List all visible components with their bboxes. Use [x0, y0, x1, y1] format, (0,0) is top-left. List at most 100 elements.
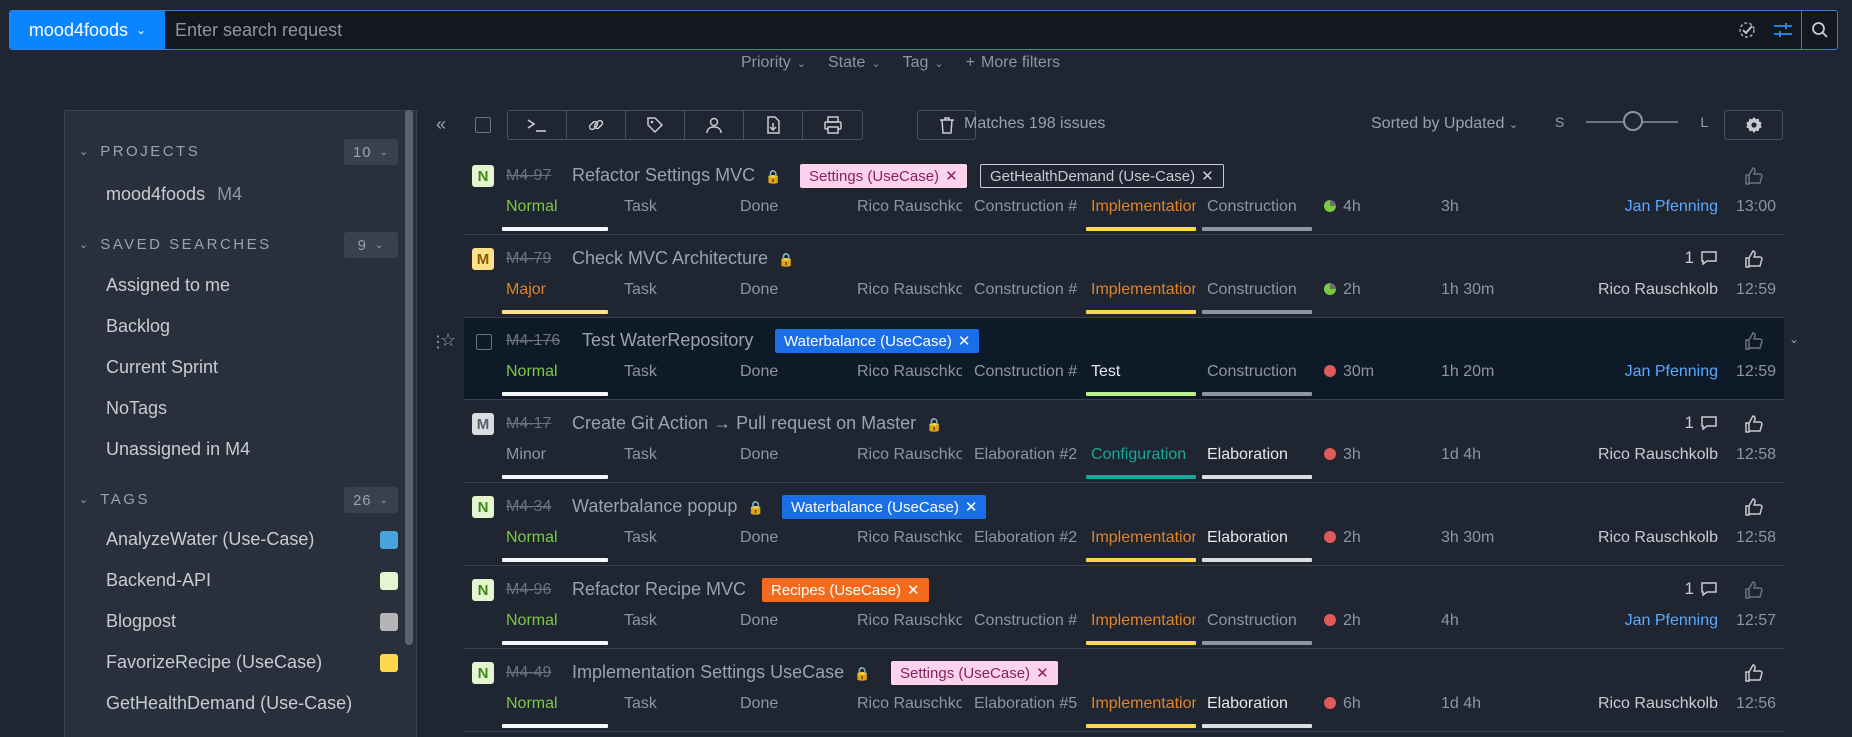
- issue-title[interactable]: Refactor Settings MVC 🔒: [572, 165, 781, 186]
- issue-row[interactable]: N M4-49 Implementation Settings UseCase 🔒…: [464, 650, 1784, 732]
- priority-filter[interactable]: Priority ⌄: [741, 54, 806, 72]
- select-all-checkbox[interactable]: [475, 117, 491, 133]
- close-icon[interactable]: ✕: [965, 498, 978, 516]
- issue-id[interactable]: M4-97: [506, 167, 551, 185]
- phase-field[interactable]: Construction: [1207, 198, 1317, 216]
- subsystem-field[interactable]: Implementation: [1091, 281, 1196, 299]
- priority-field[interactable]: Minor: [506, 446, 546, 464]
- search-input[interactable]: [165, 11, 1729, 49]
- type-field[interactable]: Task: [624, 529, 657, 547]
- sidebar-scrollbar[interactable]: [405, 110, 413, 645]
- assignee-icon[interactable]: [685, 111, 744, 139]
- type-field[interactable]: Task: [624, 198, 657, 216]
- assignee-field[interactable]: Rico Rauschkolb: [857, 612, 962, 630]
- type-field[interactable]: Task: [624, 363, 657, 381]
- updater-field[interactable]: Jan Pfenning: [1625, 612, 1718, 630]
- more-filters-button[interactable]: + More filters: [966, 54, 1060, 72]
- spent-field[interactable]: 1h 30m: [1441, 281, 1494, 299]
- chevron-down-icon[interactable]: ⌄: [1789, 332, 1799, 346]
- close-icon[interactable]: ✕: [907, 581, 920, 599]
- thumb-up-icon[interactable]: [1744, 331, 1764, 356]
- issue-row[interactable]: M4-176 Test WaterRepository Waterbalance…: [464, 318, 1784, 400]
- tag-item[interactable]: AnalyzeWater (Use-Case): [106, 529, 314, 550]
- thumb-up-icon[interactable]: [1744, 580, 1764, 605]
- issue-id[interactable]: M4-96: [506, 581, 551, 599]
- comments-count[interactable]: 1: [1685, 248, 1718, 268]
- tags-count[interactable]: 26 ⌄: [344, 487, 398, 513]
- phase-field[interactable]: Elaboration: [1207, 529, 1317, 547]
- tag-chip[interactable]: Settings (UseCase) ✕: [891, 661, 1058, 685]
- assignee-field[interactable]: Rico Rauschkolb: [857, 281, 962, 299]
- priority-field[interactable]: Normal: [506, 363, 558, 381]
- issue-id[interactable]: M4-79: [506, 250, 551, 268]
- slider-track[interactable]: [1586, 111, 1679, 131]
- saved-search-item[interactable]: Backlog: [106, 316, 170, 337]
- issue-row[interactable]: M M4-17 Create Git Action → Pull request…: [464, 401, 1784, 483]
- sprint-field[interactable]: Construction #: [974, 363, 1079, 381]
- assignee-field[interactable]: Rico Rauschkolb: [857, 446, 962, 464]
- priority-field[interactable]: Normal: [506, 695, 558, 713]
- saved-count[interactable]: 9 ⌄: [344, 232, 398, 258]
- sort-selector[interactable]: Sorted by Updated ⌄: [1371, 115, 1518, 133]
- close-icon[interactable]: ✕: [945, 167, 958, 185]
- sprint-field[interactable]: Elaboration #2: [974, 529, 1079, 547]
- project-selector[interactable]: mood4foods ⌄: [10, 11, 165, 49]
- issue-title[interactable]: Waterbalance popup 🔒: [572, 496, 764, 517]
- type-field[interactable]: Task: [624, 281, 657, 299]
- tag-item[interactable]: Blogpost: [106, 611, 176, 632]
- saved-search-item[interactable]: Unassigned in M4: [106, 439, 250, 460]
- subsystem-field[interactable]: Configuration: [1091, 446, 1196, 464]
- updater-field[interactable]: Rico Rauschkolb: [1598, 446, 1718, 464]
- thumb-up-icon[interactable]: [1744, 414, 1764, 439]
- saved-searches-header[interactable]: ⌄ SAVED SEARCHES: [79, 236, 272, 253]
- collapse-sidebar-icon[interactable]: «: [436, 114, 446, 135]
- sprint-field[interactable]: Elaboration #5: [974, 695, 1079, 713]
- thumb-up-icon[interactable]: [1744, 497, 1764, 522]
- subsystem-field[interactable]: Test: [1091, 363, 1196, 381]
- priority-field[interactable]: Normal: [506, 198, 558, 216]
- projects-section-header[interactable]: ⌄ PROJECTS: [79, 143, 200, 160]
- slider-handle[interactable]: [1623, 111, 1644, 131]
- phase-field[interactable]: Elaboration: [1207, 695, 1317, 713]
- issue-row[interactable]: M M4-79 Check MVC Architecture 🔒 Major Ta…: [464, 236, 1784, 318]
- subsystem-field[interactable]: Implementation: [1091, 198, 1196, 216]
- thumb-up-icon[interactable]: [1744, 663, 1764, 688]
- estimate-field[interactable]: 3h: [1324, 446, 1361, 464]
- state-field[interactable]: Done: [740, 529, 778, 547]
- issue-title[interactable]: Refactor Recipe MVC: [572, 579, 746, 600]
- tag-chip[interactable]: Recipes (UseCase) ✕: [762, 578, 929, 602]
- tag-icon[interactable]: [626, 111, 685, 139]
- assignee-field[interactable]: Rico Rauschkolb: [857, 198, 962, 216]
- priority-field[interactable]: Major: [506, 281, 546, 299]
- tag-chip[interactable]: Waterbalance (UseCase) ✕: [782, 495, 987, 519]
- issue-id[interactable]: M4-176: [506, 332, 560, 350]
- sprint-field[interactable]: Elaboration #2: [974, 446, 1079, 464]
- tag-item[interactable]: Backend-API: [106, 570, 211, 591]
- updater-field[interactable]: Rico Rauschkolb: [1598, 281, 1718, 299]
- type-field[interactable]: Task: [624, 612, 657, 630]
- state-field[interactable]: Done: [740, 198, 778, 216]
- type-field[interactable]: Task: [624, 446, 657, 464]
- tag-chip[interactable]: Waterbalance (UseCase) ✕: [775, 329, 980, 353]
- estimate-field[interactable]: 2h: [1324, 612, 1361, 630]
- phase-field[interactable]: Elaboration: [1207, 446, 1317, 464]
- close-icon[interactable]: ✕: [958, 332, 971, 350]
- sprint-field[interactable]: Construction #: [974, 281, 1079, 299]
- tag-item[interactable]: FavorizeRecipe (UseCase): [106, 652, 322, 673]
- link-icon[interactable]: [567, 111, 626, 139]
- spent-field[interactable]: 4h: [1441, 612, 1459, 630]
- close-icon[interactable]: ✕: [1201, 167, 1214, 185]
- sprint-field[interactable]: Construction #: [974, 612, 1079, 630]
- thumb-up-icon[interactable]: [1744, 166, 1764, 191]
- sprint-field[interactable]: Construction #: [974, 198, 1079, 216]
- issue-row[interactable]: N M4-97 Refactor Settings MVC 🔒 Settings …: [464, 153, 1784, 235]
- priority-field[interactable]: Normal: [506, 529, 558, 547]
- updater-field[interactable]: Rico Rauschkolb: [1598, 529, 1718, 547]
- updater-field[interactable]: Rico Rauschkolb: [1598, 695, 1718, 713]
- assignee-field[interactable]: Rico Rauschkolb: [857, 529, 962, 547]
- subsystem-field[interactable]: Implementation: [1091, 529, 1196, 547]
- issue-title[interactable]: Check MVC Architecture 🔒: [572, 248, 794, 269]
- tag-filter[interactable]: Tag ⌄: [903, 54, 944, 72]
- state-field[interactable]: Done: [740, 281, 778, 299]
- sidebar-item-project[interactable]: mood4foods M4: [106, 184, 242, 205]
